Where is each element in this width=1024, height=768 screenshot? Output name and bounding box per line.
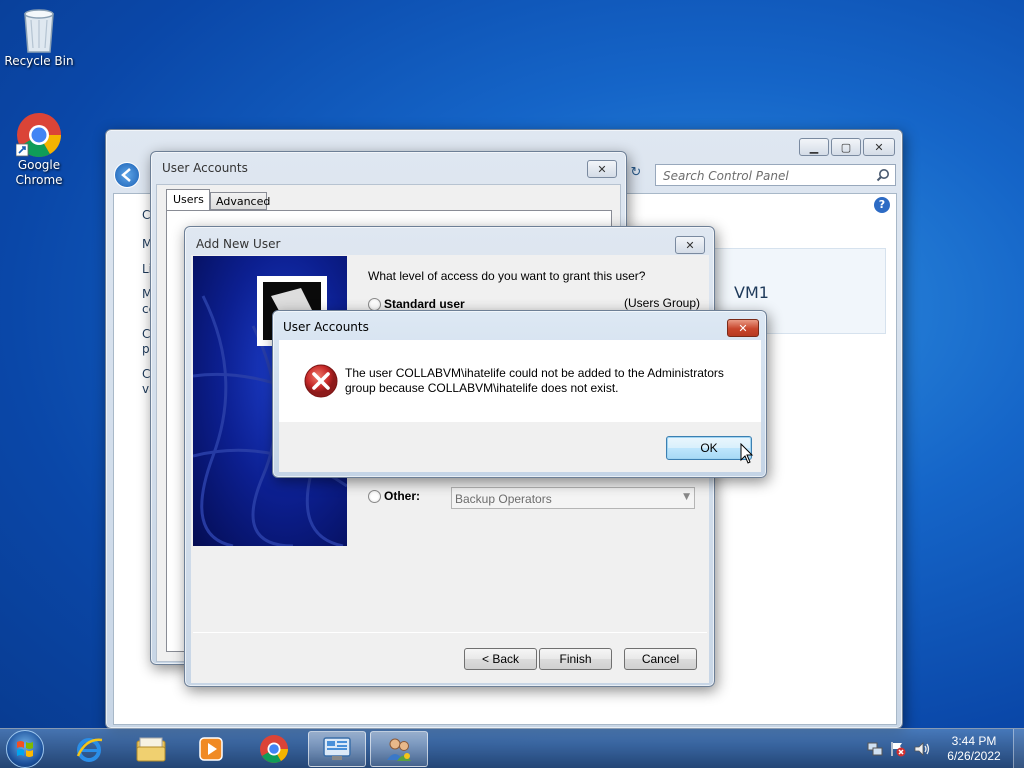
error-dialog-close-button[interactable]: ✕ [727, 319, 759, 337]
taskbar-windows-explorer[interactable] [122, 731, 180, 767]
back-arrow-icon [121, 168, 131, 182]
add-new-user-close-button[interactable]: ✕ [675, 236, 705, 254]
network-icon[interactable] [867, 741, 883, 757]
error-dialog-title: User Accounts [283, 320, 369, 334]
desktop-icon-recycle-bin[interactable]: Recycle Bin [1, 6, 77, 69]
cancel-button[interactable]: Cancel [624, 648, 697, 670]
tab-users[interactable]: Users [166, 189, 210, 211]
other-radio[interactable] [368, 490, 381, 503]
folder-icon [136, 737, 166, 762]
standard-user-group: (Users Group) [624, 296, 701, 310]
clock-date: 6/26/2022 [947, 749, 1001, 763]
other-label[interactable]: Other: [384, 489, 420, 503]
taskbar-control-panel[interactable] [308, 731, 366, 767]
taskbar-google-chrome[interactable] [245, 731, 303, 767]
standard-user-label[interactable]: Standard user [384, 297, 465, 311]
control-panel-icon [323, 737, 351, 760]
refresh-button[interactable]: ↻ [626, 165, 646, 185]
start-button[interactable] [6, 730, 44, 768]
finish-button[interactable]: Finish [539, 648, 612, 670]
taskbar: 3:44 PM 6/26/2022 [0, 728, 1024, 768]
help-icon[interactable]: ? [874, 197, 890, 213]
taskbar-internet-explorer[interactable] [60, 731, 118, 767]
chrome-label-line1: Google [17, 158, 61, 172]
chrome-taskbar-icon [260, 735, 288, 763]
add-new-user-title: Add New User [196, 237, 281, 251]
search-box[interactable]: Search Control Panel [655, 164, 896, 186]
minimize-button[interactable]: ▁ [799, 138, 829, 156]
other-group-dropdown[interactable]: Backup Operators ▼ [451, 487, 695, 509]
user-accounts-icon [387, 738, 411, 761]
close-button[interactable]: ✕ [863, 138, 895, 156]
vm-name: VM1 [734, 283, 769, 302]
clock[interactable]: 3:44 PM 6/26/2022 [940, 734, 1008, 764]
error-dialog: User Accounts ✕ The user COLLABVM\ihatel… [272, 310, 767, 478]
error-message-line2: group because COLLABVM\ihatelife does no… [345, 381, 619, 395]
recycle-bin-label: Recycle Bin [4, 54, 74, 68]
error-message-area: The user COLLABVM\ihatelife could not be… [279, 340, 761, 422]
chevron-down-icon: ▼ [683, 492, 690, 502]
internet-explorer-icon [76, 738, 103, 762]
volume-icon[interactable] [913, 741, 931, 757]
action-center-icon[interactable] [890, 741, 906, 757]
back-nav-button[interactable] [114, 162, 140, 188]
show-desktop-button[interactable] [1013, 729, 1024, 768]
back-button[interactable]: < Back [464, 648, 537, 670]
clock-time: 3:44 PM [951, 734, 997, 748]
error-icon [304, 364, 338, 398]
maximize-button[interactable]: ▢ [831, 138, 861, 156]
tab-advanced[interactable]: Advanced [210, 192, 270, 210]
wizard-separator [193, 632, 707, 633]
user-accounts-title: User Accounts [162, 161, 248, 175]
mouse-cursor-icon [740, 443, 754, 464]
media-player-icon [199, 737, 223, 761]
recycle-bin-icon [24, 9, 54, 53]
desktop-icon-google-chrome[interactable]: Google Chrome [1, 112, 77, 188]
other-group-value: Backup Operators [455, 492, 552, 506]
user-accounts-close-button[interactable]: ✕ [587, 160, 617, 178]
access-question: What level of access do you want to gran… [368, 269, 646, 283]
taskbar-windows-media-player[interactable] [182, 731, 240, 767]
error-message-line1: The user COLLABVM\ihatelife could not be… [345, 366, 724, 380]
search-input[interactable]: Search Control Panel [663, 169, 789, 183]
chrome-icon [16, 113, 61, 157]
windows-logo-icon [17, 741, 33, 757]
search-icon[interactable] [876, 168, 890, 182]
taskbar-user-accounts[interactable] [370, 731, 428, 767]
chrome-label-line2: Chrome [15, 173, 63, 187]
